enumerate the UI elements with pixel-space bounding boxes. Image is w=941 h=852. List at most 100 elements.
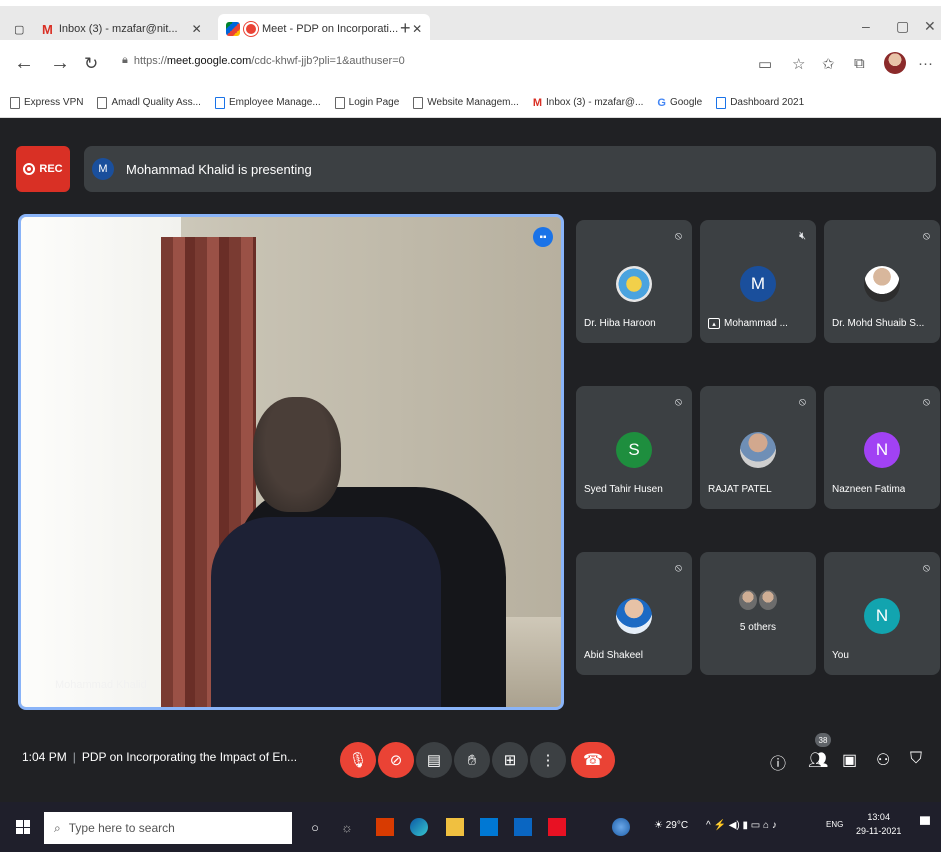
info-icon[interactable]: ⓘ bbox=[770, 750, 786, 774]
bookmark-item[interactable]: Employee Manage... bbox=[214, 96, 321, 109]
back-icon[interactable]: ← bbox=[14, 52, 34, 75]
collections-icon[interactable]: ⧉ bbox=[854, 55, 865, 72]
edge-icon[interactable] bbox=[410, 818, 428, 836]
participant-name: Nazneen Fatima bbox=[832, 484, 906, 495]
participant-tile[interactable]: 🔇︎ M ▴ Mohammad ... bbox=[700, 220, 816, 343]
task-view-icon[interactable]: ○ bbox=[306, 818, 324, 836]
meet-window: REC M Mohammad Khalid is presenting Moha… bbox=[0, 118, 941, 802]
record-icon bbox=[23, 163, 36, 175]
present-button[interactable]: ⊞ bbox=[492, 742, 528, 778]
participant-tile[interactable]: ⦸ Dr. Mohd Shuaib S... bbox=[824, 220, 940, 343]
chat-icon[interactable]: ▣ bbox=[842, 750, 857, 770]
host-controls-icon[interactable]: ⛉ bbox=[910, 750, 922, 768]
gmail-icon: M bbox=[532, 96, 542, 109]
taskbar-search-input[interactable]: ⌕ Type here to search bbox=[44, 812, 292, 844]
weather-widget[interactable]: ☀︎ 29°C bbox=[654, 820, 688, 831]
speaker-muted-icon: 🔇︎ bbox=[799, 230, 806, 242]
participant-tile[interactable]: ⦸ N Nazneen Fatima bbox=[824, 386, 940, 509]
minimize-button[interactable]: – bbox=[862, 18, 870, 34]
tab-bar: ▢ M Inbox (3) - mzafar@nit... ✕ Meet - P… bbox=[0, 0, 941, 44]
bookmark-item[interactable]: G Google bbox=[657, 97, 702, 109]
participant-tile[interactable]: ⦸ RAJAT PATEL bbox=[700, 386, 816, 509]
close-icon[interactable]: ✕ bbox=[192, 22, 202, 36]
mic-off-icon: ⦸ bbox=[674, 396, 682, 408]
system-tray-icons[interactable]: ^ ⚡ ◀) ▮ ▭ ⌂ ♪ bbox=[706, 820, 777, 831]
bookmark-label: Website Managem... bbox=[427, 97, 519, 108]
bookmark-label: Dashboard 2021 bbox=[730, 97, 805, 108]
address-bar: ← → ↻ 🔒︎ https://meet.google.com/cdc-khw… bbox=[0, 40, 941, 88]
close-icon[interactable]: ✕ bbox=[412, 22, 422, 36]
participant-avatar: N bbox=[864, 432, 900, 468]
activities-icon[interactable]: ⚇ bbox=[876, 750, 890, 770]
store-icon[interactable] bbox=[480, 818, 498, 836]
bookmark-label: Express VPN bbox=[24, 97, 84, 108]
captions-button[interactable]: ▤ bbox=[416, 742, 452, 778]
captions-icon: ▤ bbox=[426, 752, 442, 769]
participant-tile[interactable]: ⦸ S Syed Tahir Husen bbox=[576, 386, 692, 509]
people-icon[interactable]: 👥︎ bbox=[808, 750, 828, 770]
participant-avatar bbox=[616, 266, 652, 302]
presenting-icon: ▴ bbox=[708, 318, 720, 329]
leave-call-button[interactable]: ☎ bbox=[571, 742, 615, 778]
favorite-star-icon[interactable]: ☆ bbox=[792, 55, 805, 73]
bookmark-page-icon bbox=[214, 96, 225, 109]
bookmark-item[interactable]: Express VPN bbox=[10, 96, 84, 109]
raise-hand-button[interactable]: ✋︎ bbox=[454, 742, 490, 778]
close-window-button[interactable]: ✕ bbox=[924, 18, 936, 35]
taskbar-clock[interactable]: 13:04 29-11-2021 bbox=[856, 810, 901, 838]
bookmark-item[interactable]: Login Page bbox=[334, 96, 399, 109]
new-tab-button[interactable]: + bbox=[400, 18, 411, 39]
windows-start-icon[interactable] bbox=[16, 820, 30, 834]
bookmark-item[interactable]: M Inbox (3) - mzafar@... bbox=[533, 97, 644, 109]
maximize-button[interactable]: ▢ bbox=[896, 18, 909, 35]
bookmark-label: Inbox (3) - mzafar@... bbox=[545, 97, 644, 108]
participant-name: You bbox=[832, 650, 849, 661]
windows-taskbar: ⌕ Type here to search ○ ☼ ☀︎ 29°C ^ ⚡ ◀)… bbox=[0, 802, 941, 852]
language-indicator[interactable]: ENG bbox=[826, 820, 843, 829]
participant-tile[interactable]: ⦸ Abid Shakeel bbox=[576, 552, 692, 675]
mic-off-icon: ⦸ bbox=[674, 230, 682, 242]
meet-icon bbox=[226, 22, 240, 36]
office-icon[interactable] bbox=[376, 818, 394, 836]
main-video-tile[interactable]: Mohammad Khalid ▪▪ bbox=[18, 214, 564, 710]
presenting-banner: M Mohammad Khalid is presenting bbox=[84, 146, 936, 192]
forward-icon[interactable]: → bbox=[50, 52, 70, 75]
others-label: 5 others bbox=[739, 622, 777, 633]
mic-off-icon: ⦸ bbox=[922, 230, 930, 242]
read-aloud-icon[interactable]: ▭ bbox=[758, 55, 772, 73]
participant-name: Dr. Hiba Haroon bbox=[584, 318, 656, 329]
recording-badge[interactable]: REC bbox=[16, 146, 70, 192]
more-options-button[interactable]: ⋮ bbox=[530, 742, 566, 778]
search-icon: ⌕ bbox=[54, 820, 61, 835]
profile-avatar[interactable] bbox=[884, 52, 906, 74]
mic-off-button[interactable]: 🎙︎ bbox=[340, 742, 376, 778]
participant-name: Dr. Mohd Shuaib S... bbox=[832, 318, 925, 329]
participant-tile[interactable]: 5 others bbox=[700, 552, 816, 675]
main-video-name: Mohammad Khalid bbox=[55, 679, 147, 691]
more-menu-icon[interactable]: ··· bbox=[918, 55, 933, 72]
file-explorer-icon[interactable] bbox=[446, 818, 464, 836]
participant-avatar: N bbox=[864, 598, 900, 634]
mic-off-icon: ⦸ bbox=[922, 562, 930, 574]
participant-tile[interactable]: ⦸ N You bbox=[824, 552, 940, 675]
camera-off-button[interactable]: ⊘ bbox=[378, 742, 414, 778]
participant-avatar: S bbox=[616, 432, 652, 468]
camera-off-icon: ⊘ bbox=[389, 752, 403, 769]
participant-tile[interactable]: ⦸ Dr. Hiba Haroon bbox=[576, 220, 692, 343]
favorites-icon[interactable]: ✩ bbox=[822, 55, 835, 73]
app-icon[interactable] bbox=[548, 818, 566, 836]
refresh-icon[interactable]: ↻ bbox=[84, 54, 98, 74]
speaking-indicator-icon: ▪▪ bbox=[533, 227, 553, 247]
more-vert-icon: ⋮ bbox=[540, 752, 556, 769]
widgets-icon[interactable]: ☼ bbox=[338, 818, 356, 836]
bookmark-item[interactable]: Amadl Quality Ass... bbox=[97, 96, 201, 109]
chrome-icon[interactable] bbox=[612, 818, 630, 836]
bookmark-page-icon bbox=[413, 96, 424, 109]
bookmark-item[interactable]: Website Managem... bbox=[413, 96, 519, 109]
bookmark-item[interactable]: Dashboard 2021 bbox=[716, 96, 805, 109]
url-field[interactable]: 🔒︎ https://meet.google.com/cdc-khwf-jjb?… bbox=[122, 54, 405, 67]
notifications-icon[interactable]: ▀ bbox=[920, 816, 930, 832]
participant-name: RAJAT PATEL bbox=[708, 484, 772, 495]
mail-icon[interactable] bbox=[514, 818, 532, 836]
meeting-title: PDP on Incorporating the Impact of En... bbox=[81, 750, 298, 764]
